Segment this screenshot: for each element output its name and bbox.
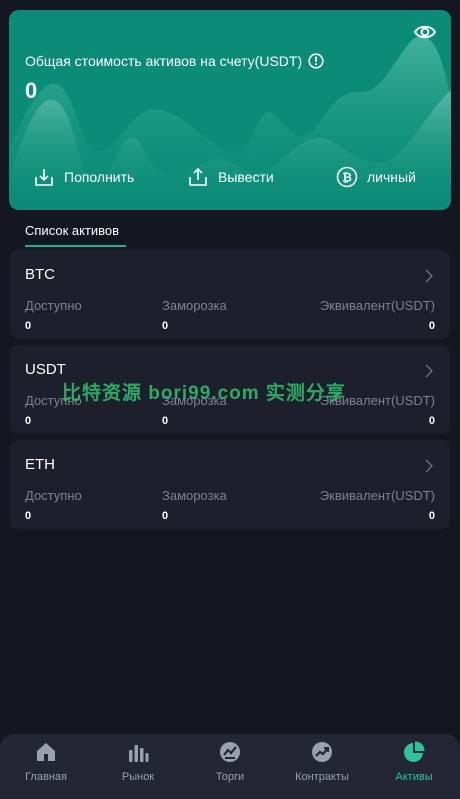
equivalent-label: Эквивалент(USDT) <box>319 298 435 313</box>
trend-icon <box>312 742 332 762</box>
bar-chart-icon <box>129 745 149 762</box>
chevron-right-icon <box>425 459 433 473</box>
nav-item-market[interactable]: Рынок <box>92 734 184 799</box>
home-icon <box>37 743 55 761</box>
equivalent-value: 0 <box>428 320 435 332</box>
info-icon[interactable] <box>308 53 324 69</box>
equivalent-value: 0 <box>428 415 435 427</box>
tab-asset-list[interactable]: Список активов <box>25 223 126 247</box>
equivalent-value: 0 <box>428 510 435 522</box>
asset-tabs: Список активов <box>25 222 126 247</box>
deposit-icon <box>35 169 53 186</box>
watermark-text: 比特资源 bori99.com 实测分享 <box>62 383 346 404</box>
bottom-nav: Главная Рынок Торги Контракты Активы <box>0 734 460 799</box>
asset-name: USDT <box>25 361 66 378</box>
nav-label-contracts: Контракты <box>295 771 349 783</box>
total-assets-title: Общая стоимость активов на счету(USDT) <box>25 53 324 69</box>
nav-label-home: Главная <box>25 771 67 783</box>
nav-label-trade: Торги <box>215 771 245 783</box>
assets-summary-card: Общая стоимость активов на счету(USDT) 0… <box>9 10 451 210</box>
personal-label: личный <box>367 169 416 185</box>
equivalent-label: Эквивалент(USDT) <box>319 488 435 503</box>
pie-chart-icon <box>404 741 425 762</box>
total-assets-value: 0 <box>25 78 38 103</box>
nav-item-assets[interactable]: Активы <box>368 734 460 799</box>
personal-button[interactable]: ₿ личный <box>336 166 416 188</box>
frozen-label: Заморозка <box>162 488 227 503</box>
chevron-right-icon <box>425 364 433 378</box>
deposit-label: Пополнить <box>64 169 135 185</box>
available-label: Доступно <box>25 298 82 313</box>
available-label: Доступно <box>25 488 82 503</box>
nav-item-home[interactable]: Главная <box>0 734 92 799</box>
asset-name: BTC <box>25 266 55 283</box>
nav-item-contracts[interactable]: Контракты <box>276 734 368 799</box>
chevron-right-icon <box>425 269 433 283</box>
deposit-button[interactable]: Пополнить <box>33 166 134 188</box>
bitcoin-icon: ₿ <box>336 166 358 188</box>
asset-card-btc[interactable]: BTC Доступно Заморозка Эквивалент(USDT) … <box>10 250 450 339</box>
nav-label-assets: Активы <box>395 771 433 783</box>
withdraw-icon <box>189 167 207 186</box>
asset-name: ETH <box>25 456 55 473</box>
frozen-value: 0 <box>162 415 169 427</box>
total-assets-label: Общая стоимость активов на счету(USDT) <box>25 53 303 69</box>
asset-card-eth[interactable]: ETH Доступно Заморозка Эквивалент(USDT) … <box>10 440 450 529</box>
frozen-value: 0 <box>162 320 169 332</box>
nav-item-trade[interactable]: Торги <box>184 734 276 799</box>
available-value: 0 <box>25 415 32 427</box>
frozen-label: Заморозка <box>162 298 227 313</box>
eye-icon[interactable] <box>413 22 437 42</box>
withdraw-button[interactable]: Вывести <box>187 166 274 188</box>
trade-icon <box>220 742 240 762</box>
svg-text:₿: ₿ <box>342 171 352 185</box>
withdraw-label: Вывести <box>218 169 274 185</box>
nav-label-market: Рынок <box>121 771 155 783</box>
available-value: 0 <box>25 320 32 332</box>
available-value: 0 <box>25 510 32 522</box>
frozen-value: 0 <box>162 510 169 522</box>
